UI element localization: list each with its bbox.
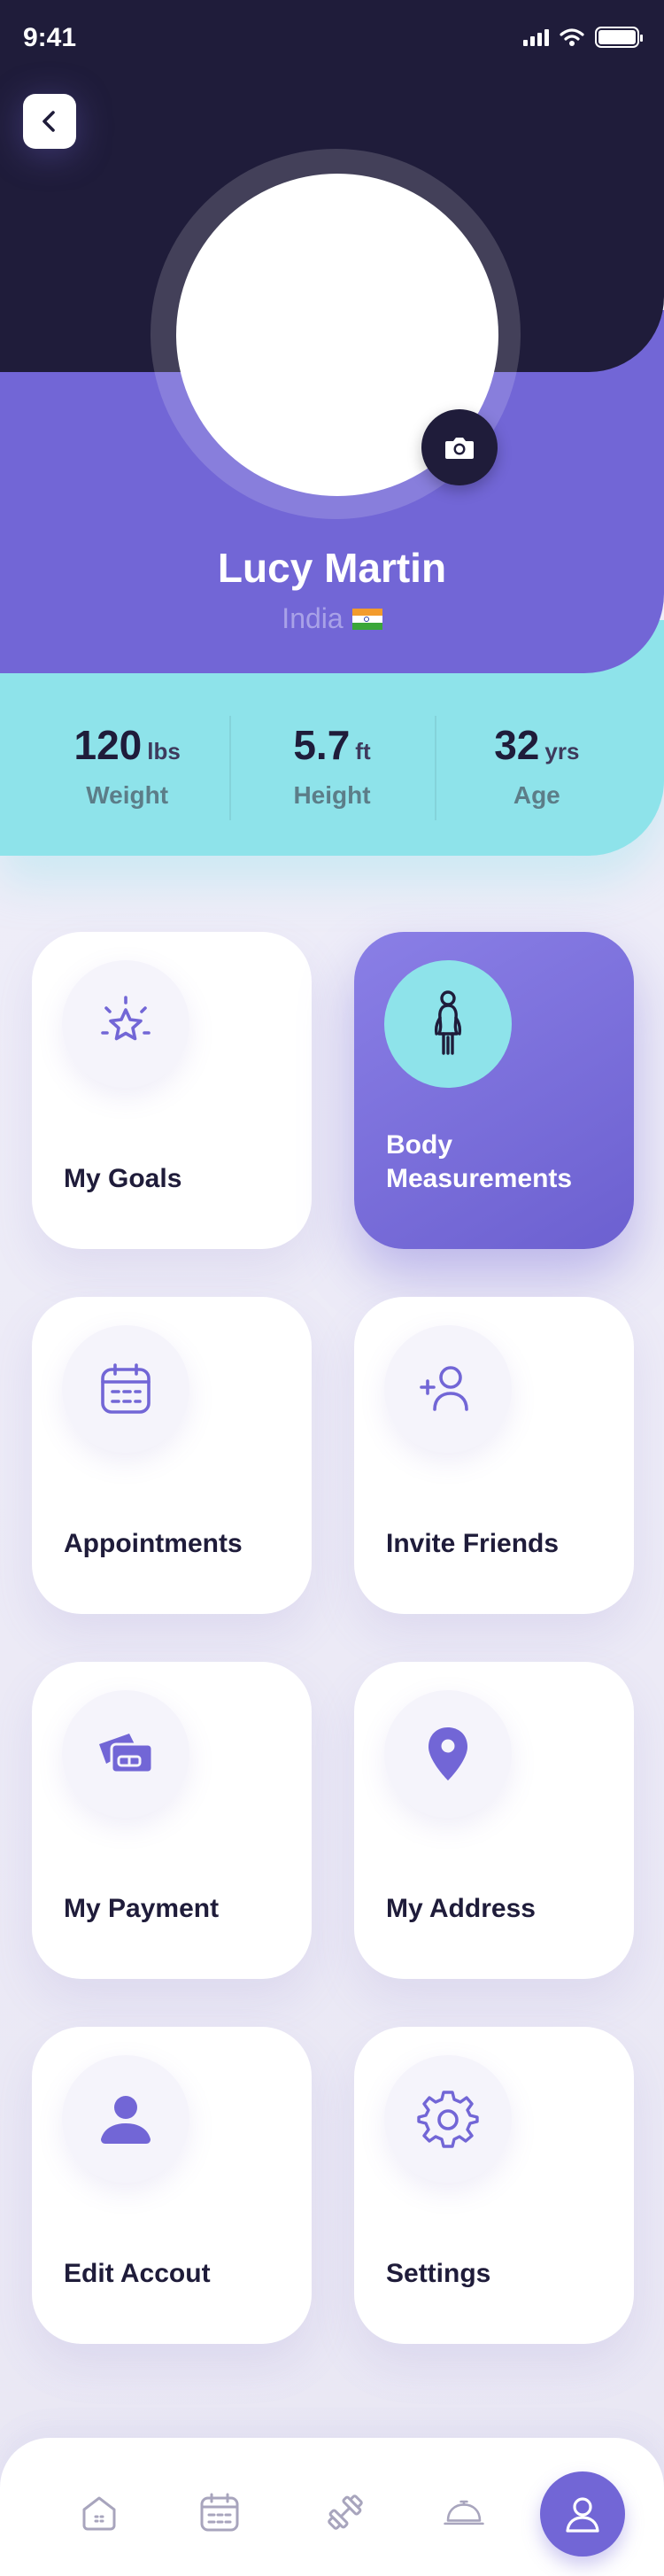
menu-card-invite-friends[interactable]: Invite Friends (354, 1297, 634, 1614)
stat-label: Age (513, 781, 560, 809)
battery-icon (595, 27, 643, 48)
stat-value: 5.7 (293, 722, 351, 768)
signal-icon (523, 28, 549, 46)
wifi-icon (560, 28, 584, 46)
menu-card-my-goals[interactable]: My Goals (32, 932, 312, 1249)
bottom-tab-bar (0, 2438, 664, 2576)
tab-calendar[interactable] (198, 2491, 241, 2533)
menu-card-body-measurements[interactable]: Body Measurements (354, 932, 634, 1249)
menu-card-my-payment[interactable]: My Payment (32, 1662, 312, 1979)
stat-label: Height (293, 781, 371, 809)
cloche-icon (444, 2500, 484, 2526)
back-button[interactable] (23, 94, 76, 149)
card-label: Invite Friends (386, 1529, 560, 1558)
tab-meals[interactable] (443, 2491, 485, 2533)
card-label: Edit Accout (64, 2259, 211, 2288)
camera-icon (445, 438, 474, 459)
stat-value: 120 (73, 722, 143, 768)
dumbbell-icon (328, 2495, 363, 2530)
user-icon (101, 2096, 151, 2144)
card-label: My Goals (64, 1164, 182, 1193)
country-label: India (282, 602, 344, 634)
stat-height: 5.7 ft Height (229, 709, 434, 824)
stat-label: Weight (86, 781, 169, 809)
stat-value: 32 (494, 722, 540, 768)
home-icon (82, 2496, 116, 2531)
menu-card-my-address[interactable]: My Address (354, 1662, 634, 1979)
user-name: Lucy Martin (217, 545, 447, 591)
star-icon (101, 996, 151, 1041)
calendar-icon (101, 1363, 151, 1414)
stat-weight: 120 lbs Weight (25, 709, 229, 824)
stat-unit: yrs (544, 738, 580, 764)
status-icons (523, 27, 643, 48)
profile-screen: 9:41 Lucy Martin India 120 lbs Weight 5.… (0, 0, 664, 2576)
change-photo-button[interactable] (421, 409, 498, 485)
tab-home[interactable] (78, 2491, 120, 2533)
stat-unit: ft (355, 738, 371, 764)
tab-workout[interactable] (324, 2491, 367, 2533)
menu-card-settings[interactable]: Settings (354, 2027, 634, 2344)
india-flag-icon (351, 608, 382, 630)
card-label: Settings (386, 2259, 491, 2288)
stat-age: 32 yrs Age (434, 709, 639, 824)
card-label: Body Measurements (386, 1130, 573, 1193)
tab-profile[interactable] (540, 2471, 625, 2557)
body-stats: 120 lbs Weight 5.7 ft Height 32 yrs Age (25, 709, 639, 824)
add-user-icon (420, 1366, 468, 1411)
body-icon (434, 990, 462, 1055)
location-pin-icon (429, 1727, 467, 1781)
calendar-icon (200, 2493, 239, 2532)
card-label: Appointments (64, 1529, 243, 1558)
menu-card-edit-account[interactable]: Edit Accout (32, 2027, 312, 2344)
chevron-left-icon (42, 111, 55, 132)
stat-unit: lbs (147, 738, 181, 764)
profile-icon (566, 2497, 599, 2533)
menu-card-appointments[interactable]: Appointments (32, 1297, 312, 1614)
gear-icon (417, 2091, 479, 2148)
status-bar: 9:41 (0, 0, 664, 78)
user-country: India (0, 602, 664, 635)
status-time: 9:41 (23, 23, 77, 52)
card-label: My Payment (64, 1894, 220, 1923)
credit-card-icon (99, 1734, 154, 1774)
card-label: My Address (386, 1894, 536, 1923)
